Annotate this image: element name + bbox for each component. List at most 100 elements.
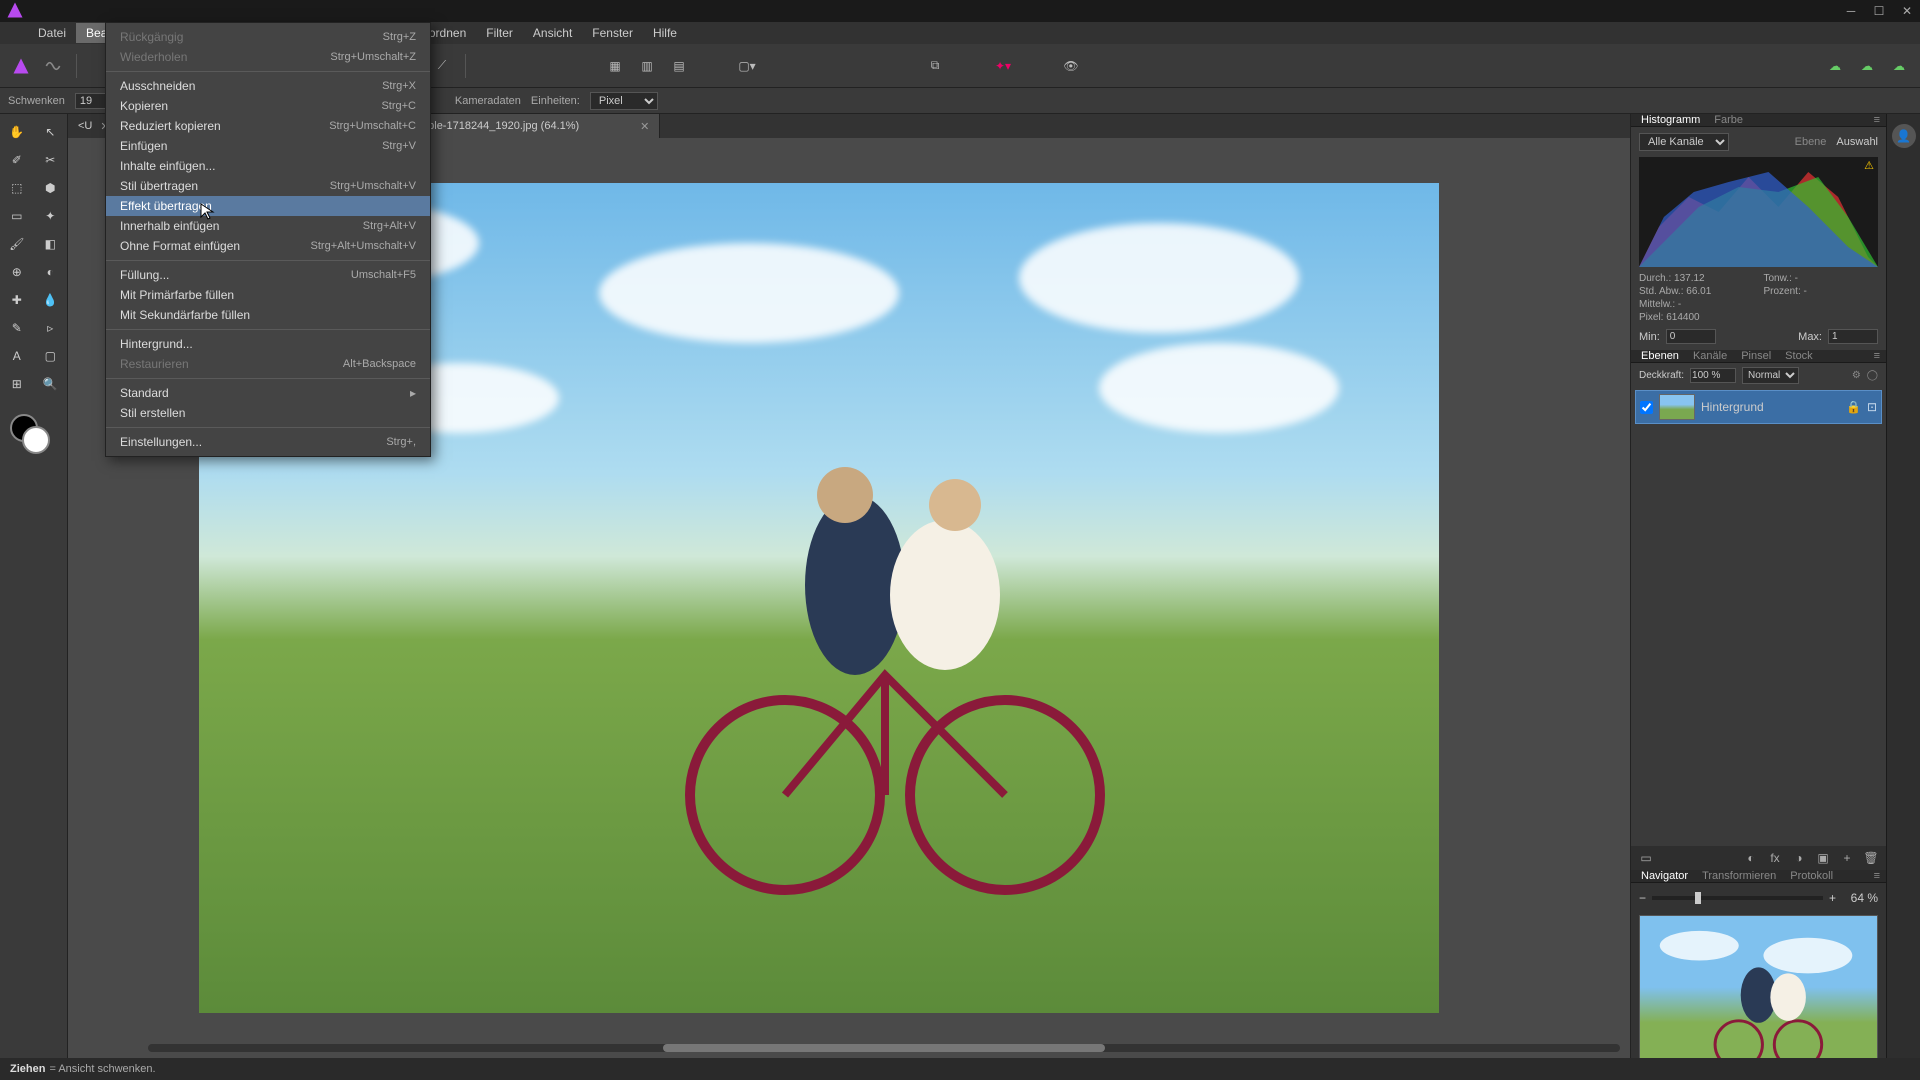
min-input[interactable] <box>1666 329 1716 344</box>
mask-layer-icon[interactable]: ▣ <box>1814 849 1832 867</box>
tab-stock[interactable]: Stock <box>1785 350 1813 362</box>
dodge-tool-icon[interactable]: ◐ <box>34 258 68 286</box>
live-filter-icon[interactable]: ◑ <box>1790 849 1808 867</box>
shape-tool-icon[interactable]: ▢ <box>34 342 68 370</box>
cloud-icon-3[interactable]: ☁ <box>1886 53 1912 79</box>
navigator-preview[interactable] <box>1639 915 1878 1058</box>
blend-mode-select[interactable]: Normal <box>1742 367 1799 384</box>
secondary-color-icon[interactable] <box>22 426 50 454</box>
document-tab[interactable]: couple-1718244_1920.jpg (64.1%)✕ <box>400 114 660 138</box>
tab-layers[interactable]: Ebenen <box>1641 350 1679 362</box>
horizontal-scrollbar[interactable] <box>148 1044 1620 1056</box>
preview-icon[interactable]: 👁 <box>1058 53 1084 79</box>
maximize-button[interactable]: ☐ <box>1872 4 1886 18</box>
scope-selection[interactable]: Auswahl <box>1836 136 1878 148</box>
zoom-out-icon[interactable]: − <box>1639 891 1646 905</box>
tab-channels[interactable]: Kanäle <box>1693 350 1727 362</box>
panel-menu-icon[interactable]: ≡ <box>1874 114 1880 126</box>
menu-ansicht[interactable]: Ansicht <box>523 23 582 43</box>
layer-visibility-checkbox[interactable] <box>1640 401 1653 414</box>
menuitem-ausschneiden[interactable]: AusschneidenStrg+X <box>106 76 430 96</box>
channel-select[interactable]: Alle Kanäle <box>1639 133 1729 151</box>
layer-mask-icon[interactable]: ▭ <box>1637 849 1655 867</box>
delete-layer-icon[interactable]: 🗑 <box>1862 849 1880 867</box>
mesh-tool-icon[interactable]: ⊞ <box>0 370 34 398</box>
layer-gear-icon[interactable]: ⚙ <box>1852 370 1861 381</box>
cloud-icon-1[interactable]: ☁ <box>1822 53 1848 79</box>
move-tool-icon[interactable]: ↖ <box>34 118 68 146</box>
menu-datei[interactable]: Datei <box>28 23 76 43</box>
persona-photo-icon[interactable] <box>8 53 34 79</box>
arrange-icon-3[interactable]: ▤ <box>666 53 692 79</box>
scope-layer[interactable]: Ebene <box>1795 136 1827 148</box>
pen-tool-icon[interactable]: ✎ <box>0 314 34 342</box>
color-picker-tool-icon[interactable]: ✐ <box>0 146 34 174</box>
add-layer-icon[interactable]: + <box>1838 849 1856 867</box>
text-tool-icon[interactable]: A <box>0 342 34 370</box>
opacity-input[interactable] <box>1690 368 1736 383</box>
zoom-in-icon[interactable]: + <box>1829 891 1836 905</box>
tab-close-icon[interactable]: ✕ <box>640 120 649 133</box>
heal-tool-icon[interactable]: ✚ <box>0 286 34 314</box>
menuitem-einstellungen-[interactable]: Einstellungen...Strg+, <box>106 432 430 452</box>
menuitem-ohne-format-einf-gen[interactable]: Ohne Format einfügenStrg+Alt+Umschalt+V <box>106 236 430 256</box>
blur-tool-icon[interactable]: 💧 <box>34 286 68 314</box>
menuitem-kopieren[interactable]: KopierenStrg+C <box>106 96 430 116</box>
adjustment-layer-icon[interactable]: ◐ <box>1742 849 1760 867</box>
edit-menu-dropdown[interactable]: RückgängigStrg+ZWiederholenStrg+Umschalt… <box>105 22 431 457</box>
node-tool-icon[interactable]: ▹ <box>34 314 68 342</box>
menuitem-stil-bertragen[interactable]: Stil übertragenStrg+Umschalt+V <box>106 176 430 196</box>
quicklook-icon[interactable]: ▢▾ <box>734 53 760 79</box>
minimize-button[interactable]: ─ <box>1844 4 1858 18</box>
arrange-icon-1[interactable]: ▦ <box>602 53 628 79</box>
menuitem-effekt-bertragen[interactable]: Effekt übertragen <box>106 196 430 216</box>
panel-menu-icon[interactable]: ≡ <box>1874 870 1880 882</box>
marquee-tool-icon[interactable]: ▭ <box>0 202 34 230</box>
arrange-icon-2[interactable]: ▥ <box>634 53 660 79</box>
hand-tool-icon[interactable]: ✋ <box>0 118 34 146</box>
menuitem-innerhalb-einf-gen[interactable]: Innerhalb einfügenStrg+Alt+V <box>106 216 430 236</box>
menuitem-hintergrund-[interactable]: Hintergrund... <box>106 334 430 354</box>
crop-tool-icon[interactable]: ✂ <box>34 146 68 174</box>
max-input[interactable] <box>1828 329 1878 344</box>
flood-select-icon[interactable]: ⬢ <box>34 174 68 202</box>
selection-brush-icon[interactable]: ⬚ <box>0 174 34 202</box>
paint-brush-icon[interactable]: 🖌 <box>0 230 34 258</box>
tab-histogram[interactable]: Histogramm <box>1641 114 1700 126</box>
menuitem-einf-gen[interactable]: EinfügenStrg+V <box>106 136 430 156</box>
tab-color[interactable]: Farbe <box>1714 114 1743 126</box>
cloud-icon-2[interactable]: ☁ <box>1854 53 1880 79</box>
clone-tool-icon[interactable]: ⊕ <box>0 258 34 286</box>
close-button[interactable]: ✕ <box>1900 4 1914 18</box>
erase-tool-icon[interactable]: ◧ <box>34 230 68 258</box>
layer-lock-icon[interactable]: 🔒 <box>1846 400 1861 414</box>
panel-menu-icon[interactable]: ≡ <box>1874 350 1880 362</box>
menuitem-mit-prim-rfarbe-f-llen[interactable]: Mit Primärfarbe füllen <box>106 285 430 305</box>
menuitem-f-llung-[interactable]: Füllung...Umschalt+F5 <box>106 265 430 285</box>
layer-fx-icon[interactable]: ◯ <box>1867 370 1878 381</box>
snapping-icon[interactable]: ⧉ <box>922 53 948 79</box>
menuitem-mit-sekund-rfarbe-f-llen[interactable]: Mit Sekundärfarbe füllen <box>106 305 430 325</box>
units-select[interactable]: Pixel <box>590 92 658 110</box>
menu-hilfe[interactable]: Hilfe <box>643 23 687 43</box>
zoom-tool-icon[interactable]: 🔍 <box>34 370 68 398</box>
menuitem-inhalte-einf-gen-[interactable]: Inhalte einfügen... <box>106 156 430 176</box>
menu-filter[interactable]: Filter <box>476 23 523 43</box>
layer-item[interactable]: Hintergrund 🔒 ⊡ <box>1635 390 1882 424</box>
tab-transform[interactable]: Transformieren <box>1702 870 1776 882</box>
color-swatches[interactable] <box>10 414 50 454</box>
layer-link-icon[interactable]: ⊡ <box>1867 400 1877 414</box>
tab-brushes[interactable]: Pinsel <box>1741 350 1771 362</box>
wand-tool-icon[interactable]: ✦ <box>34 202 68 230</box>
camera-data-label[interactable]: Kameradaten <box>455 95 521 107</box>
menuitem-reduziert-kopieren[interactable]: Reduziert kopierenStrg+Umschalt+C <box>106 116 430 136</box>
zoom-slider[interactable] <box>1652 896 1823 900</box>
fx-layer-icon[interactable]: fx <box>1766 849 1784 867</box>
persona-liquify-icon[interactable] <box>40 53 66 79</box>
tab-navigator[interactable]: Navigator <box>1641 870 1688 882</box>
menuitem-stil-erstellen[interactable]: Stil erstellen <box>106 403 430 423</box>
tab-history[interactable]: Protokoll <box>1790 870 1833 882</box>
menuitem-standard[interactable]: Standard▸ <box>106 383 430 403</box>
assistant-icon[interactable]: ✦▾ <box>990 53 1016 79</box>
auto-white-balance-icon[interactable]: ⟋ <box>429 53 455 79</box>
